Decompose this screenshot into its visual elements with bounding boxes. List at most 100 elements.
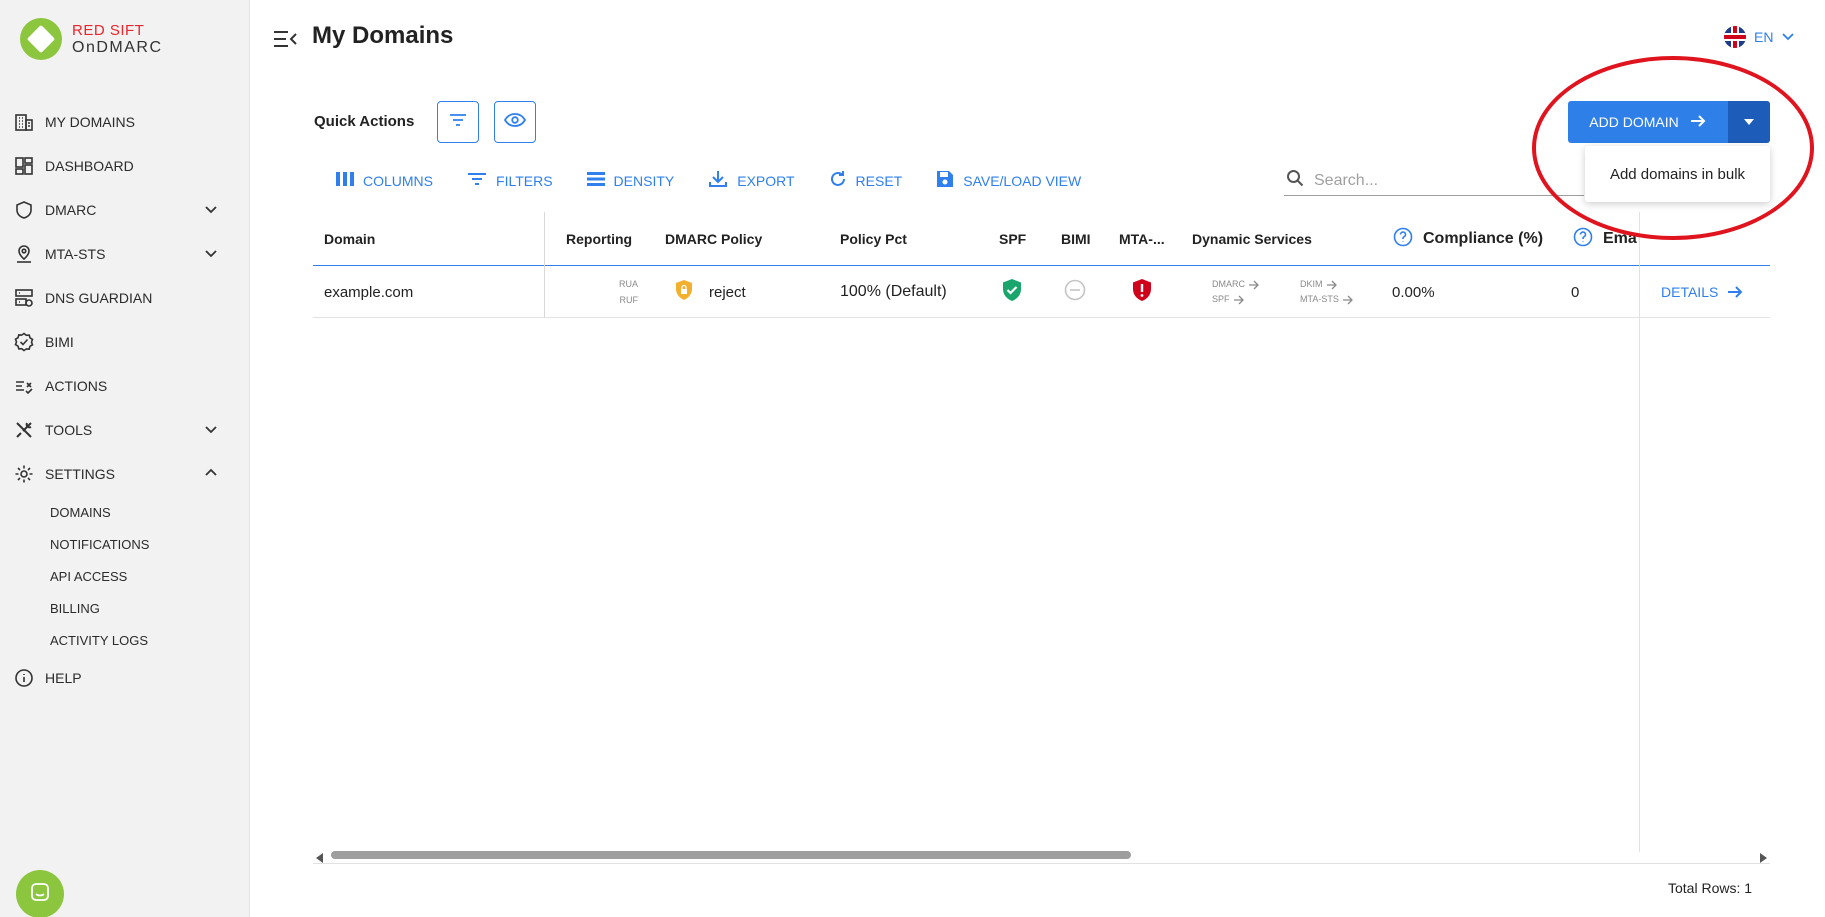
grid-footer-divider	[313, 863, 1770, 864]
column-header-reporting[interactable]: Reporting	[566, 212, 632, 266]
chat-launcher-button[interactable]	[16, 870, 64, 917]
sidebar-item-label: DASHBOARD	[45, 158, 134, 174]
service-dkim-link[interactable]: DKIM	[1300, 277, 1354, 292]
pinned-column-divider	[544, 212, 545, 318]
sidebar-item-dns-guardian[interactable]: DNS GUARDIAN	[0, 276, 250, 320]
sidebar-item-mta-sts[interactable]: MTA-STS	[0, 232, 250, 276]
language-label: EN	[1754, 29, 1774, 45]
building-icon	[13, 111, 35, 133]
shield-alert-icon	[1131, 278, 1153, 306]
cell-details: DETAILS	[1661, 266, 1744, 318]
column-header-spf[interactable]: SPF	[999, 212, 1026, 266]
sidebar-nav: MY DOMAINS DASHBOARD DMARC MTA-STS DNS G…	[0, 100, 250, 700]
columns-button[interactable]: COLUMNS	[336, 172, 433, 189]
sidebar-subitem-api-access[interactable]: API ACCESS	[0, 560, 250, 592]
density-icon	[586, 172, 605, 189]
menu-collapse-icon	[272, 31, 298, 54]
service-dmarc-label: DMARC	[1212, 279, 1245, 289]
service-spf-link[interactable]: SPF	[1212, 292, 1260, 307]
checklist-icon	[13, 375, 35, 397]
verified-badge-icon	[13, 331, 35, 353]
reset-label: RESET	[855, 172, 903, 189]
sidebar-item-label: MTA-STS	[45, 246, 106, 262]
page-title: My Domains	[312, 22, 454, 49]
quick-filter-button[interactable]	[437, 101, 479, 143]
column-header-policy-pct[interactable]: Policy Pct	[840, 212, 907, 266]
add-domains-in-bulk-menu-item[interactable]: Add domains in bulk	[1585, 146, 1770, 202]
sidebar-item-dashboard[interactable]: DASHBOARD	[0, 144, 250, 188]
total-rows-count: Total Rows: 1	[1668, 880, 1753, 896]
scrollbar-thumb[interactable]	[331, 851, 1131, 859]
column-header-mta[interactable]: MTA-...	[1119, 212, 1165, 266]
arrow-right-icon	[1342, 295, 1353, 304]
sidebar-item-help[interactable]: HELP	[0, 656, 250, 700]
sidebar-subitem-billing[interactable]: BILLING	[0, 592, 250, 624]
chevron-down-icon[interactable]	[204, 246, 218, 263]
chevron-down-icon[interactable]	[204, 422, 218, 439]
help-circle-icon[interactable]	[1573, 227, 1593, 252]
arrow-right-icon	[1326, 280, 1337, 289]
chevron-down-icon[interactable]	[204, 202, 218, 219]
scroll-right-arrow-icon[interactable]	[1759, 850, 1767, 868]
service-mta-sts-link[interactable]: MTA-STS	[1300, 292, 1354, 307]
details-link[interactable]: DETAILS	[1661, 284, 1744, 300]
column-header-dynamic-services[interactable]: Dynamic Services	[1192, 212, 1312, 266]
column-header-dmarc-policy[interactable]: DMARC Policy	[665, 212, 762, 266]
column-header-bimi[interactable]: BIMI	[1061, 212, 1091, 266]
service-dmarc-link[interactable]: DMARC	[1212, 277, 1260, 292]
sidebar-subitem-notifications[interactable]: NOTIFICATIONS	[0, 528, 250, 560]
cell-dmarc-policy: reject	[674, 266, 746, 318]
sidebar-item-actions[interactable]: ACTIONS	[0, 364, 250, 408]
sidebar-subitem-activity-logs[interactable]: ACTIVITY LOGS	[0, 624, 250, 656]
uk-flag-icon	[1724, 26, 1746, 48]
search-input[interactable]	[1314, 171, 1564, 190]
horizontal-scrollbar[interactable]	[313, 848, 1770, 864]
service-dkim-label: DKIM	[1300, 279, 1323, 289]
sidebar-item-bimi[interactable]: BIMI	[0, 320, 250, 364]
columns-icon	[336, 172, 354, 189]
caret-down-icon	[1743, 113, 1755, 131]
sidebar-subitem-domains[interactable]: DOMAINS	[0, 496, 250, 528]
sidebar-item-label: SETTINGS	[45, 466, 116, 482]
column-header-emails[interactable]: Ema	[1573, 212, 1639, 266]
sidebar-item-settings[interactable]: SETTINGS	[0, 452, 250, 496]
dmarc-policy-value: reject	[709, 283, 746, 301]
logo-icon	[20, 18, 62, 60]
column-header-domain[interactable]: Domain	[324, 212, 375, 266]
reset-button[interactable]: RESET	[829, 170, 903, 191]
chevron-up-icon[interactable]	[204, 466, 218, 483]
table-row[interactable]: example.com RUA RUF reject 100% (Default…	[313, 266, 1770, 318]
logo[interactable]: RED SIFT OnDMARC	[20, 18, 163, 60]
search-field	[1284, 166, 1584, 196]
scroll-left-arrow-icon[interactable]	[316, 850, 324, 868]
arrow-right-icon	[1249, 280, 1259, 289]
arrow-right-icon	[1233, 295, 1244, 304]
cell-mta	[1131, 266, 1153, 318]
language-selector[interactable]: EN	[1724, 26, 1795, 48]
server-icon	[13, 287, 35, 309]
cell-domain[interactable]: example.com	[324, 266, 413, 318]
sidebar-item-my-domains[interactable]: MY DOMAINS	[0, 100, 250, 144]
sidebar-item-label: ACTIONS	[45, 378, 108, 394]
sidebar-item-dmarc[interactable]: DMARC	[0, 188, 250, 232]
filters-button[interactable]: FILTERS	[467, 172, 553, 189]
reporting-rua: RUA	[619, 279, 639, 289]
add-domain-dropdown-button[interactable]	[1728, 101, 1770, 143]
add-domain-button[interactable]: ADD DOMAIN	[1568, 101, 1728, 143]
column-header-compliance[interactable]: Compliance (%)	[1393, 212, 1543, 266]
quick-actions-label: Quick Actions	[314, 113, 415, 130]
shield-check-icon	[1001, 278, 1023, 306]
save-load-view-button[interactable]: SAVE/LOAD VIEW	[936, 170, 1081, 191]
cell-compliance: 0.00%	[1392, 283, 1435, 301]
collapse-menu-button[interactable]	[272, 28, 298, 50]
refresh-icon	[829, 170, 847, 191]
export-button[interactable]: EXPORT	[708, 170, 795, 191]
search-icon	[1286, 169, 1304, 192]
density-button[interactable]: DENSITY	[586, 172, 674, 189]
cell-dynamic-services: DMARC SPF DKIM MTA-STS	[1212, 266, 1354, 318]
sidebar-item-label: DNS GUARDIAN	[45, 290, 153, 306]
sidebar-item-tools[interactable]: TOOLS	[0, 408, 250, 452]
cell-spf	[1001, 266, 1023, 318]
help-circle-icon[interactable]	[1393, 227, 1413, 252]
quick-view-button[interactable]	[494, 101, 536, 143]
